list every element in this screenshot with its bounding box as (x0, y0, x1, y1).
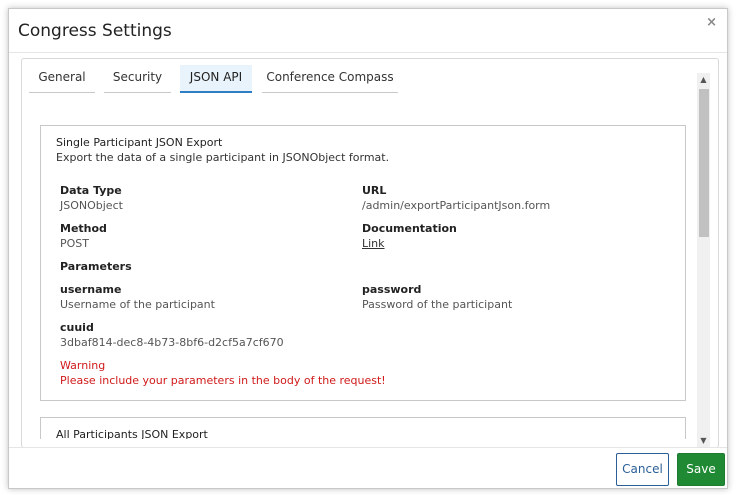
dialog-footer: Cancel Save (9, 447, 727, 489)
param-cuuid-value: 3dbaf814-dec8-4b73-8bf6-d2cf5a7cf670 (60, 336, 284, 349)
param-username-desc: Username of the participant (60, 298, 215, 311)
single-participant-export-card: Single Participant JSON Export Export th… (40, 125, 686, 401)
warning-text: Please include your parameters in the bo… (60, 374, 386, 387)
dialog-header: Congress Settings × (9, 9, 727, 53)
data-type-label: Data Type (60, 184, 122, 197)
url-label: URL (362, 184, 387, 197)
content-scrollbar[interactable]: ▲ ▼ (697, 73, 710, 447)
settings-panel: General Security JSON API Conference Com… (21, 58, 719, 448)
scroll-thumb[interactable] (699, 89, 709, 237)
param-cuuid-name: cuuid (60, 321, 94, 334)
scroll-down-arrow-icon[interactable]: ▼ (697, 434, 710, 447)
warning-label: Warning (60, 359, 106, 372)
card-title: All Participants JSON Export (56, 428, 208, 439)
json-api-content: Single Participant JSON Export Export th… (40, 117, 686, 439)
scroll-up-arrow-icon[interactable]: ▲ (697, 73, 710, 86)
dialog-title: Congress Settings (18, 21, 172, 41)
method-value: POST (60, 237, 89, 250)
card-description: Export the data of a single participant … (56, 151, 390, 164)
parameters-label: Parameters (60, 260, 132, 273)
tab-json-api[interactable]: JSON API (180, 65, 252, 93)
card-title: Single Participant JSON Export (56, 136, 223, 149)
tab-security[interactable]: Security (104, 65, 171, 93)
documentation-label: Documentation (362, 222, 457, 235)
method-label: Method (60, 222, 107, 235)
documentation-link[interactable]: Link (362, 237, 385, 250)
url-value: /admin/exportParticipantJson.form (362, 199, 551, 212)
param-username-name: username (60, 283, 122, 296)
param-password-desc: Password of the participant (362, 298, 513, 311)
tab-general[interactable]: General (29, 65, 95, 93)
data-type-value: JSONObject (60, 199, 123, 212)
cancel-button[interactable]: Cancel (616, 453, 669, 486)
congress-settings-dialog: Congress Settings × General Security JSO… (8, 8, 728, 489)
close-icon[interactable]: × (706, 15, 717, 30)
param-password-name: password (362, 283, 422, 296)
tab-conference-compass[interactable]: Conference Compass (262, 65, 398, 93)
save-button[interactable]: Save (677, 453, 725, 486)
all-participants-export-card: All Participants JSON Export (40, 417, 686, 439)
